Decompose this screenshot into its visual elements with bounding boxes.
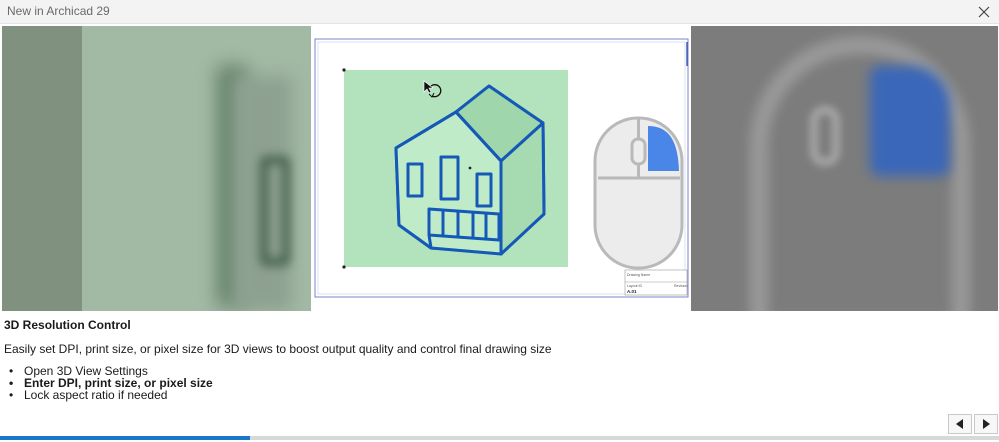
previous-button[interactable] bbox=[948, 414, 972, 434]
slide-content: 3D Resolution Control Easily set DPI, pr… bbox=[4, 318, 984, 401]
bullet-item: Lock aspect ratio if needed bbox=[4, 389, 984, 401]
slide-progress-bar bbox=[0, 436, 999, 440]
next-button[interactable] bbox=[974, 414, 998, 434]
window-titlebar: New in Archicad 29 bbox=[0, 0, 999, 24]
title-block-sheet: A.01 bbox=[627, 289, 637, 294]
title-block: Drawing Name Layout ID Revision A.01 bbox=[624, 269, 687, 296]
slide-navigation bbox=[948, 414, 998, 434]
mouse-scroll-icon bbox=[593, 116, 684, 270]
window-title: New in Archicad 29 bbox=[7, 4, 110, 18]
chevron-right-icon bbox=[983, 419, 990, 429]
blurred-background-right bbox=[690, 26, 998, 311]
layout-preview: Drawing Name Layout ID Revision A.01 bbox=[311, 26, 691, 311]
slide-bullet-list: Open 3D View Settings Enter DPI, print s… bbox=[4, 365, 984, 401]
blurred-background-left bbox=[2, 26, 311, 311]
title-block-layout: Layout ID bbox=[627, 284, 642, 288]
slide-description: Easily set DPI, print size, or pixel siz… bbox=[4, 342, 552, 356]
title-block-name: Drawing Name bbox=[627, 273, 650, 277]
title-block-revision: Revision bbox=[674, 284, 687, 288]
feature-media: Drawing Name Layout ID Revision A.01 bbox=[2, 26, 998, 311]
slide-progress-fill bbox=[0, 436, 250, 440]
slide-heading: 3D Resolution Control bbox=[4, 318, 131, 332]
chevron-left-icon bbox=[956, 419, 963, 429]
close-button[interactable] bbox=[969, 0, 999, 24]
close-icon bbox=[978, 6, 990, 18]
